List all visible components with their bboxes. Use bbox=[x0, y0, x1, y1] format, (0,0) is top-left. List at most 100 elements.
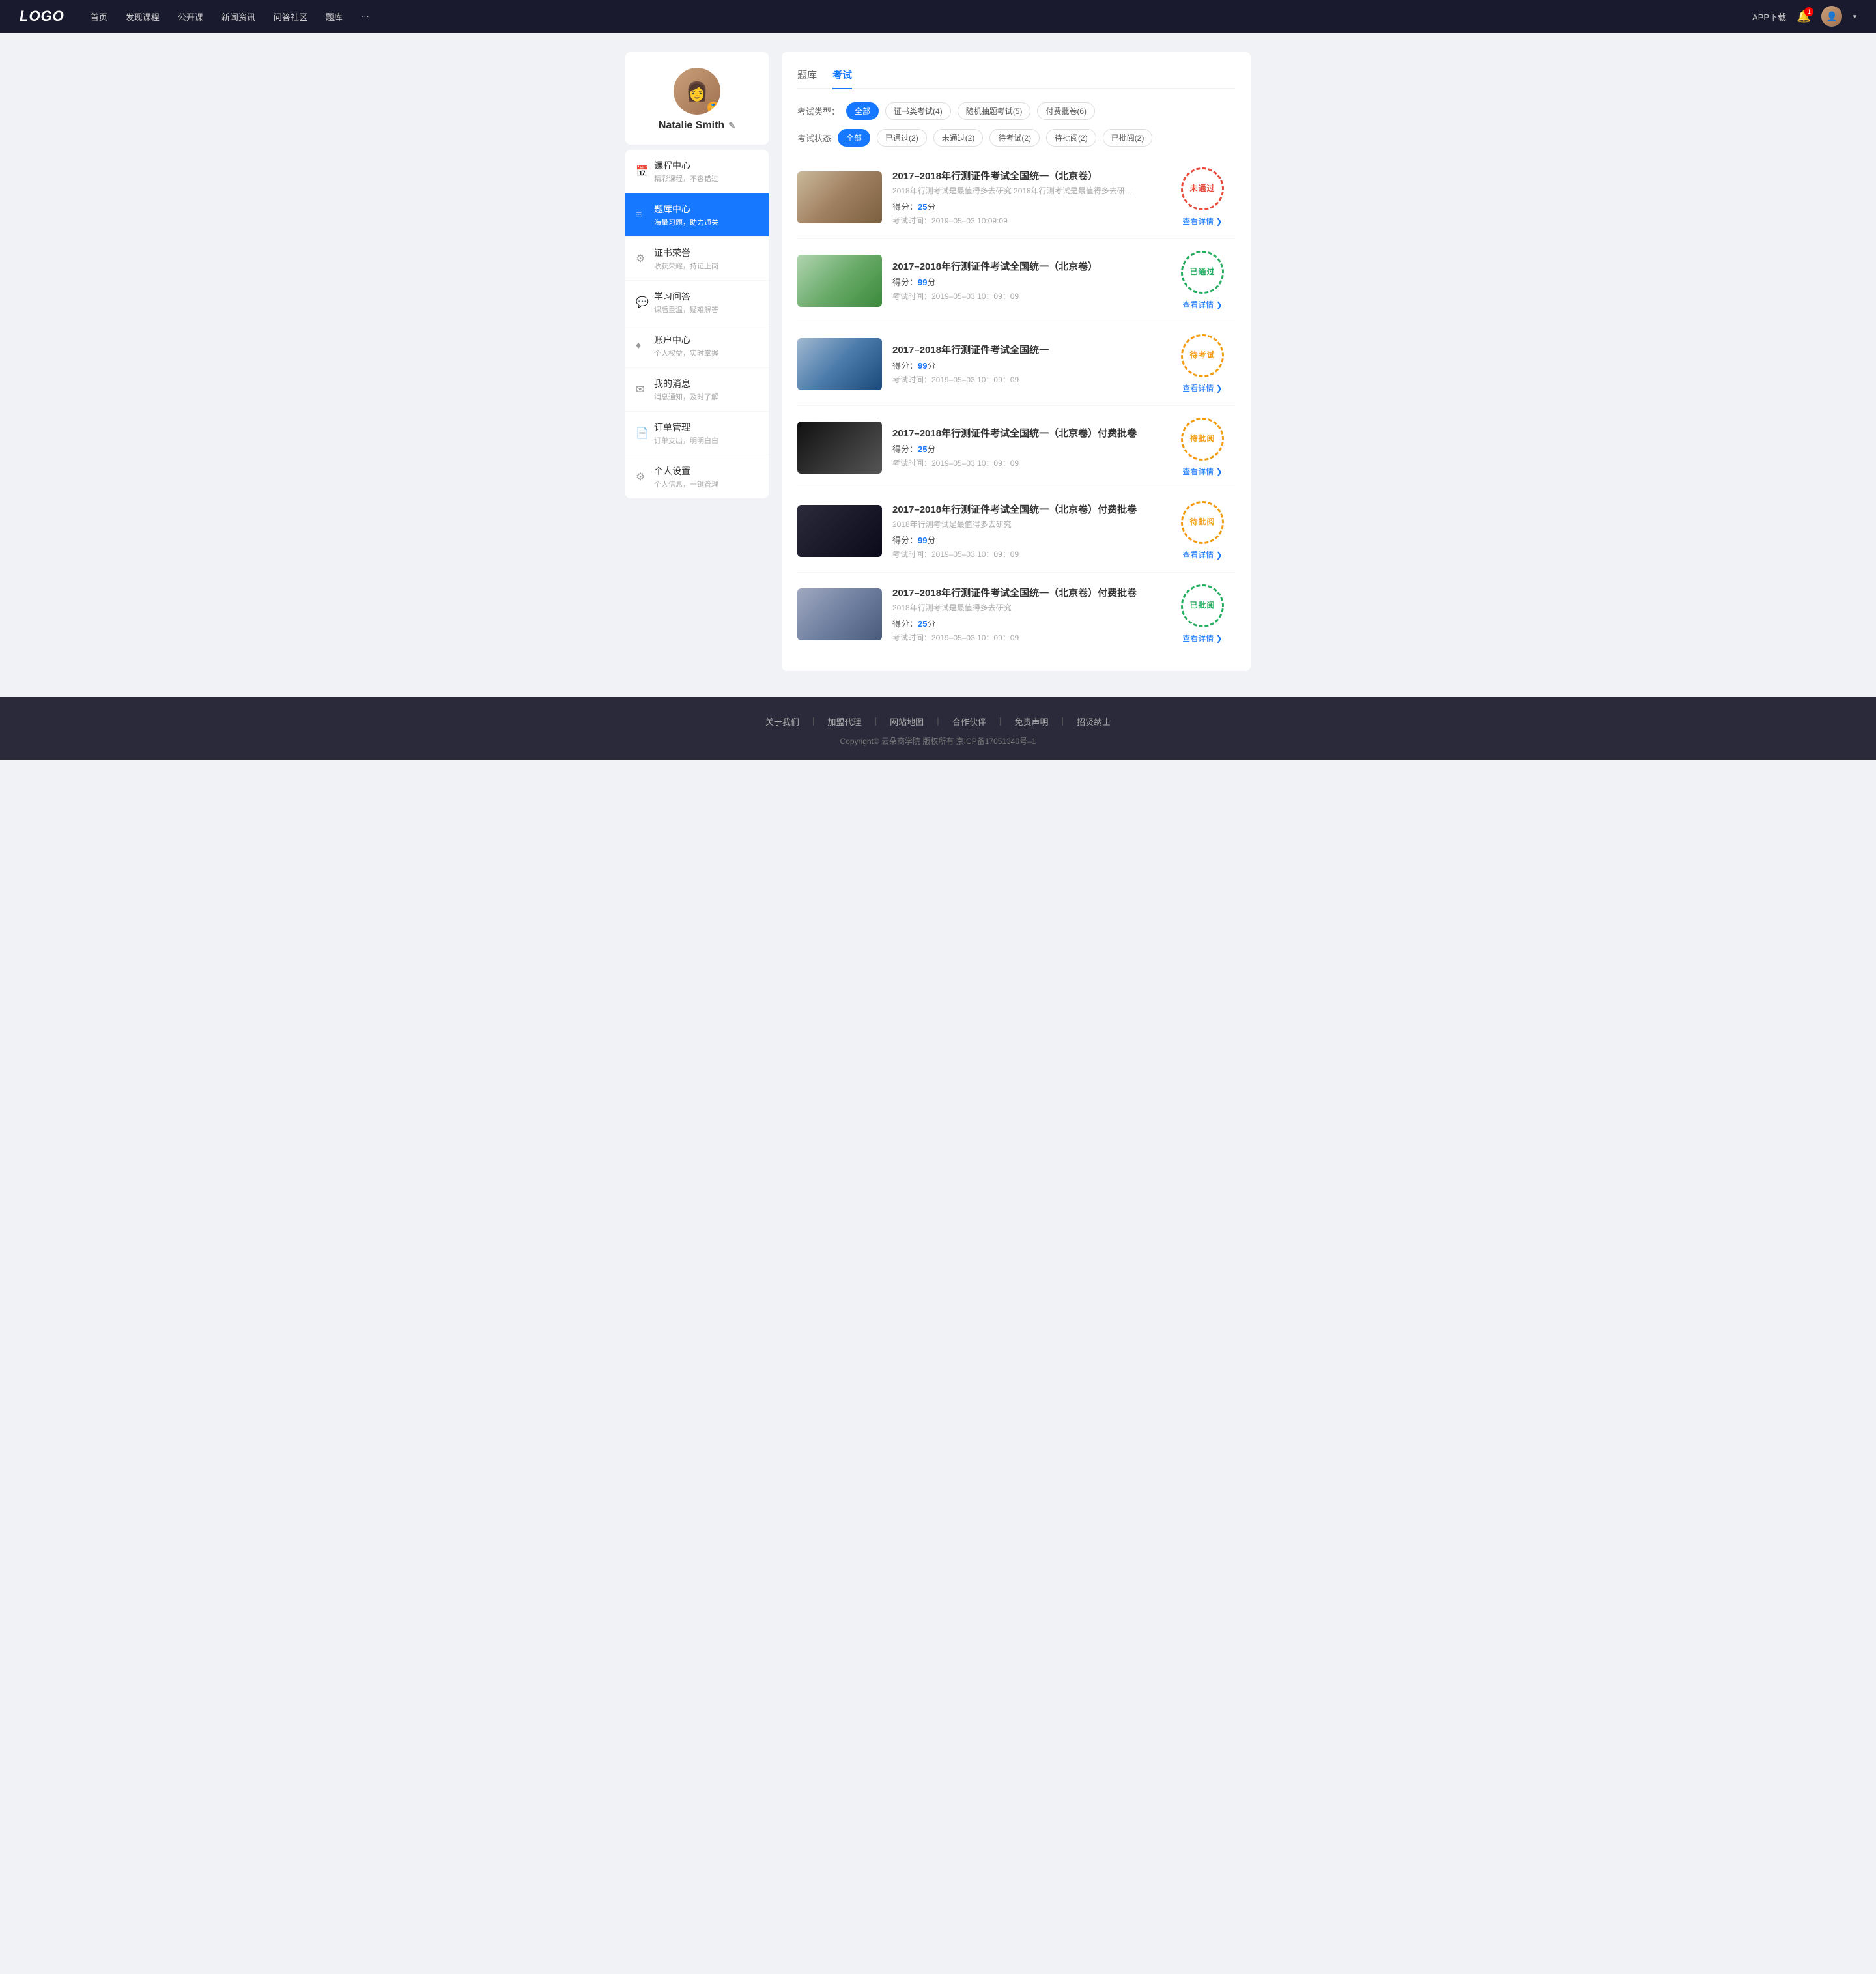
exam-list: 2017–2018年行测证件考试全国统一（北京卷） 2018年行测考试是最值得多… bbox=[797, 156, 1235, 655]
view-detail-exam-5[interactable]: 查看详情 ❯ bbox=[1182, 549, 1222, 560]
sidebar-item-orders[interactable]: 📄 订单管理 订单支出，明明白白 bbox=[625, 412, 769, 455]
avatar[interactable]: 👤 bbox=[1821, 6, 1842, 27]
exam-actions-exam-6: 已批阅 查看详情 ❯ bbox=[1170, 584, 1235, 644]
chevron-down-icon[interactable]: ▾ bbox=[1853, 12, 1856, 21]
exam-status-tag-已通过(2)[interactable]: 已通过(2) bbox=[877, 129, 927, 147]
exam-time-exam-6: 考试时间：2019–05–03 10：09：09 bbox=[892, 632, 1159, 643]
menu-sub-course-center: 精彩课程，不容错过 bbox=[654, 173, 758, 184]
exam-item-exam-1: 2017–2018年行测证件考试全国统一（北京卷） 2018年行测考试是最值得多… bbox=[797, 156, 1235, 239]
logo[interactable]: LOGO bbox=[20, 8, 64, 25]
exam-info-exam-6: 2017–2018年行测证件考试全国统一（北京卷）付费批卷 2018年行测考试是… bbox=[892, 586, 1159, 643]
exam-type-tag-全部[interactable]: 全部 bbox=[846, 102, 879, 120]
footer-copyright: Copyright© 云朵商学院 版权所有 京ICP备17051340号–1 bbox=[13, 736, 1863, 747]
exam-desc-exam-6: 2018年行测考试是最值得多去研究 bbox=[892, 602, 1140, 613]
view-detail-exam-2[interactable]: 查看详情 ❯ bbox=[1182, 299, 1222, 310]
tab-exam-tab[interactable]: 考试 bbox=[832, 68, 852, 89]
exam-actions-exam-1: 未通过 查看详情 ❯ bbox=[1170, 167, 1235, 227]
navbar: LOGO 首页 发现课程 公开课 新闻资讯 问答社区 题库 ··· APP下载 🔔 1 👤 … bbox=[0, 0, 1876, 33]
menu-label-orders: 订单管理 bbox=[654, 421, 758, 434]
view-detail-exam-6[interactable]: 查看详情 ❯ bbox=[1182, 633, 1222, 644]
profile-name-text: Natalie Smith bbox=[659, 120, 724, 132]
nav-link-新闻资讯[interactable]: 新闻资讯 bbox=[221, 12, 255, 22]
menu-label-settings: 个人设置 bbox=[654, 465, 758, 478]
exam-status-tag-全部[interactable]: 全部 bbox=[838, 129, 870, 147]
exam-title-exam-4: 2017–2018年行测证件考试全国统一（北京卷）付费批卷 bbox=[892, 426, 1159, 440]
exam-thumb-image-exam-4 bbox=[797, 422, 882, 474]
menu-sub-account: 个人权益，实时掌握 bbox=[654, 348, 758, 358]
exam-status-tag-待考试(2)[interactable]: 待考试(2) bbox=[989, 129, 1040, 147]
exam-actions-exam-5: 待批阅 查看详情 ❯ bbox=[1170, 501, 1235, 560]
score-value-exam-2: 99 bbox=[918, 278, 927, 287]
status-stamp-exam-1: 未通过 bbox=[1181, 167, 1224, 210]
exam-score-exam-2: 得分：99分 bbox=[892, 276, 1159, 288]
nav-link-发现课程[interactable]: 发现课程 bbox=[126, 12, 160, 22]
footer-link-加盟代理[interactable]: 加盟代理 bbox=[828, 715, 862, 728]
exam-desc-exam-1: 2018年行测考试是最值得多去研究 2018年行测考试是最值得多去研究 2018… bbox=[892, 185, 1140, 196]
menu-icon-account: ♦ bbox=[636, 340, 654, 352]
footer-link-合作伙伴[interactable]: 合作伙伴 bbox=[952, 715, 986, 728]
view-detail-exam-1[interactable]: 查看详情 ❯ bbox=[1182, 216, 1222, 227]
exam-time-exam-2: 考试时间：2019–05–03 10：09：09 bbox=[892, 291, 1159, 302]
nav-link-问答社区[interactable]: 问答社区 bbox=[274, 12, 307, 22]
menu-icon-qa: 💬 bbox=[636, 296, 654, 309]
avatar-image: 👤 bbox=[1821, 6, 1842, 27]
content-tabs: 题库考试 bbox=[797, 68, 1235, 89]
exam-status-tag-待批阅(2)[interactable]: 待批阅(2) bbox=[1046, 129, 1096, 147]
exam-item-exam-3: 2017–2018年行测证件考试全国统一 得分：99分 考试时间：2019–05… bbox=[797, 322, 1235, 406]
sidebar-item-account[interactable]: ♦ 账户中心 个人权益，实时掌握 bbox=[625, 324, 769, 368]
exam-type-tag-付费批卷(6)[interactable]: 付费批卷(6) bbox=[1037, 102, 1095, 120]
sidebar-item-qa[interactable]: 💬 学习问答 课后重温，疑难解答 bbox=[625, 281, 769, 324]
footer: 关于我们|加盟代理|网站地图|合作伙伴|免责声明|招贤纳士 Copyright©… bbox=[0, 697, 1876, 760]
footer-link-免责声明[interactable]: 免责声明 bbox=[1014, 715, 1048, 728]
exam-info-exam-2: 2017–2018年行测证件考试全国统一（北京卷） 得分：99分 考试时间：20… bbox=[892, 259, 1159, 302]
exam-thumb-exam-6 bbox=[797, 588, 882, 640]
nav-right: APP下载 🔔 1 👤 ▾ bbox=[1752, 6, 1856, 27]
footer-links: 关于我们|加盟代理|网站地图|合作伙伴|免责声明|招贤纳士 bbox=[13, 715, 1863, 728]
nav-link-首页[interactable]: 首页 bbox=[91, 12, 107, 22]
sidebar-item-settings[interactable]: ⚙ 个人设置 个人信息，一键管理 bbox=[625, 455, 769, 498]
status-stamp-exam-5: 待批阅 bbox=[1181, 501, 1224, 544]
menu-label-question-bank: 题库中心 bbox=[654, 203, 758, 216]
menu-label-course-center: 课程中心 bbox=[654, 159, 758, 172]
exam-thumb-image-exam-6 bbox=[797, 588, 882, 640]
footer-link-网站地图[interactable]: 网站地图 bbox=[890, 715, 924, 728]
sidebar-item-course-center[interactable]: 📅 课程中心 精彩课程，不容错过 bbox=[625, 150, 769, 193]
exam-type-filter-label: 考试类型： bbox=[797, 105, 840, 117]
exam-type-tag-随机抽题考试(5)[interactable]: 随机抽题考试(5) bbox=[958, 102, 1031, 120]
exam-thumb-exam-2 bbox=[797, 255, 882, 307]
menu-sub-messages: 消息通知，及时了解 bbox=[654, 392, 758, 402]
exam-score-exam-4: 得分：25分 bbox=[892, 442, 1159, 455]
exam-item-exam-4: 2017–2018年行测证件考试全国统一（北京卷）付费批卷 得分：25分 考试时… bbox=[797, 406, 1235, 489]
menu-icon-orders: 📄 bbox=[636, 427, 654, 440]
exam-status-tag-未通过(2)[interactable]: 未通过(2) bbox=[933, 129, 984, 147]
tab-question-bank-tab[interactable]: 题库 bbox=[797, 68, 817, 89]
nav-link-···[interactable]: ··· bbox=[361, 11, 369, 21]
sidebar-item-question-bank[interactable]: ≡ 题库中心 海量习题，助力通关 bbox=[625, 193, 769, 237]
score-value-exam-5: 99 bbox=[918, 536, 927, 545]
sidebar-item-certificates[interactable]: ⚙ 证书荣誉 收获荣耀，持证上岗 bbox=[625, 237, 769, 281]
exam-time-exam-1: 考试时间：2019–05–03 10:09:09 bbox=[892, 215, 1159, 226]
sidebar-item-messages[interactable]: ✉ 我的消息 消息通知，及时了解 bbox=[625, 368, 769, 412]
exam-time-exam-5: 考试时间：2019–05–03 10：09：09 bbox=[892, 549, 1159, 560]
footer-link-关于我们[interactable]: 关于我们 bbox=[765, 715, 799, 728]
menu-label-account: 账户中心 bbox=[654, 334, 758, 347]
notification-bell[interactable]: 🔔 1 bbox=[1797, 10, 1811, 23]
sidebar-profile: 👩 🏅 Natalie Smith ✎ bbox=[625, 52, 769, 145]
footer-link-招贤纳士[interactable]: 招贤纳士 bbox=[1077, 715, 1111, 728]
exam-info-exam-5: 2017–2018年行测证件考试全国统一（北京卷）付费批卷 2018年行测考试是… bbox=[892, 502, 1159, 560]
exam-type-tag-证书类考试(4)[interactable]: 证书类考试(4) bbox=[885, 102, 951, 120]
score-value-exam-6: 25 bbox=[918, 619, 927, 629]
exam-thumb-exam-1 bbox=[797, 171, 882, 223]
footer-divider-1: | bbox=[875, 715, 877, 728]
nav-link-公开课[interactable]: 公开课 bbox=[178, 12, 203, 22]
view-detail-exam-3[interactable]: 查看详情 ❯ bbox=[1182, 382, 1222, 393]
menu-label-qa: 学习问答 bbox=[654, 290, 758, 303]
view-detail-exam-4[interactable]: 查看详情 ❯ bbox=[1182, 466, 1222, 477]
app-download-button[interactable]: APP下载 bbox=[1752, 10, 1786, 23]
exam-time-exam-3: 考试时间：2019–05–03 10：09：09 bbox=[892, 374, 1159, 385]
nav-link-题库[interactable]: 题库 bbox=[326, 12, 343, 22]
exam-actions-exam-3: 待考试 查看详情 ❯ bbox=[1170, 334, 1235, 393]
edit-icon[interactable]: ✎ bbox=[728, 121, 735, 131]
exam-status-tag-已批阅(2)[interactable]: 已批阅(2) bbox=[1103, 129, 1153, 147]
profile-avatar: 👩 🏅 bbox=[674, 68, 720, 115]
